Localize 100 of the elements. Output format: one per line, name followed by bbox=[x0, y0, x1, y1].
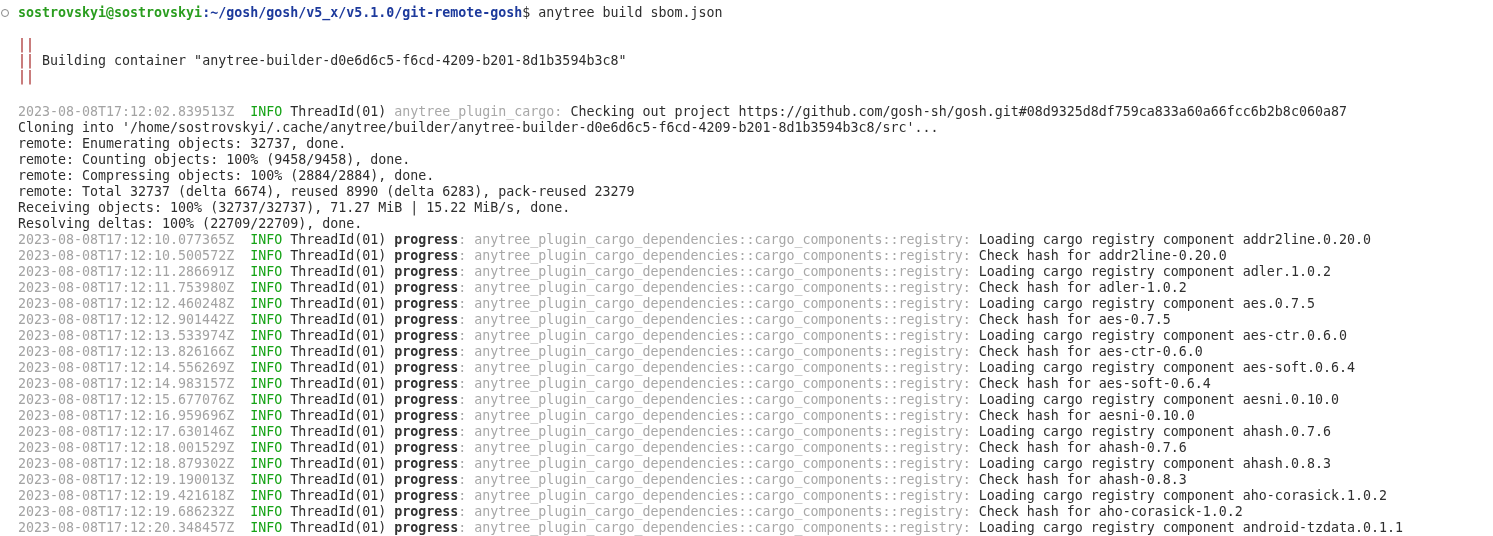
log-message: Loading cargo registry component aes-ctr.0.6.0 bbox=[978, 328, 1347, 344]
log-thread: ThreadId(01) bbox=[290, 456, 387, 472]
log-span: progress bbox=[394, 280, 459, 296]
log-timestamp: 2023-08-08T17:12:14.556269Z bbox=[18, 360, 235, 376]
log-message: Loading cargo registry component android-tzdata.0.1.1 bbox=[978, 520, 1403, 536]
log-timestamp: 2023-08-08T17:12:13.826166Z bbox=[18, 344, 235, 360]
log-level: INFO bbox=[250, 440, 283, 456]
log-thread: ThreadId(01) bbox=[290, 104, 387, 120]
log-timestamp: 2023-08-08T17:12:10.077365Z bbox=[18, 232, 235, 248]
log-level: INFO bbox=[250, 376, 283, 392]
output-line: Resolving deltas: 100% (22709/22709), done. bbox=[18, 216, 363, 231]
log-thread: ThreadId(01) bbox=[290, 280, 387, 296]
log-thread: ThreadId(01) bbox=[290, 488, 387, 504]
log-timestamp: 2023-08-08T17:12:15.677076Z bbox=[18, 392, 235, 408]
log-target: : anytree_plugin_cargo_dependencies::cargo_components::registry: bbox=[458, 424, 971, 440]
log-level: INFO bbox=[250, 360, 283, 376]
log-thread: ThreadId(01) bbox=[290, 312, 387, 328]
log-span: progress bbox=[394, 520, 459, 536]
output-line: remote: Counting objects: 100% (9458/9458), done. bbox=[18, 152, 411, 167]
log-span: progress bbox=[394, 344, 459, 360]
log-thread: ThreadId(01) bbox=[290, 296, 387, 312]
log-span: progress bbox=[394, 376, 459, 392]
log-target: : anytree_plugin_cargo_dependencies::cargo_components::registry: bbox=[458, 456, 971, 472]
output-line: remote: Total 32737 (delta 6674), reused 8990 (delta 6283), pack-reused 23279 bbox=[18, 184, 635, 199]
log-target: : anytree_plugin_cargo_dependencies::cargo_components::registry: bbox=[458, 520, 971, 536]
log-message: Check hash for ahash-0.8.3 bbox=[978, 472, 1187, 488]
banner-pipes: || bbox=[18, 53, 34, 69]
log-span: progress bbox=[394, 264, 459, 280]
log-span: progress bbox=[394, 232, 459, 248]
log-message: Check hash for addr2line-0.20.0 bbox=[978, 248, 1227, 264]
log-target: : anytree_plugin_cargo_dependencies::cargo_components::registry: bbox=[458, 264, 971, 280]
log-timestamp: 2023-08-08T17:12:02.839513Z bbox=[18, 104, 235, 120]
log-timestamp: 2023-08-08T17:12:13.533974Z bbox=[18, 328, 235, 344]
log-level: INFO bbox=[250, 472, 283, 488]
log-level: INFO bbox=[250, 280, 283, 296]
log-level: INFO bbox=[250, 232, 283, 248]
log-target: : anytree_plugin_cargo_dependencies::cargo_components::registry: bbox=[458, 504, 971, 520]
log-span: progress bbox=[394, 408, 459, 424]
log-message: Loading cargo registry component aesni.0.10.0 bbox=[978, 392, 1339, 408]
log-span: progress bbox=[394, 456, 459, 472]
log-span: progress bbox=[394, 296, 459, 312]
log-timestamp: 2023-08-08T17:12:18.001529Z bbox=[18, 440, 235, 456]
log-span: progress bbox=[394, 248, 459, 264]
log-thread: ThreadId(01) bbox=[290, 376, 387, 392]
log-target: : anytree_plugin_cargo_dependencies::cargo_components::registry: bbox=[458, 312, 971, 328]
banner-pipes: || bbox=[18, 69, 34, 85]
log-timestamp: 2023-08-08T17:12:14.983157Z bbox=[18, 376, 235, 392]
log-timestamp: 2023-08-08T17:12:19.421618Z bbox=[18, 488, 235, 504]
command-text: anytree build sbom.json bbox=[537, 5, 723, 21]
prompt-user-host: sostrovskyi@sostrovskyi bbox=[18, 5, 203, 21]
log-timestamp: 2023-08-08T17:12:10.500572Z bbox=[18, 248, 235, 264]
log-message: Check hash for adler-1.0.2 bbox=[978, 280, 1187, 296]
log-timestamp: 2023-08-08T17:12:11.286691Z bbox=[18, 264, 235, 280]
log-message: Check hash for ahash-0.7.6 bbox=[978, 440, 1187, 456]
log-level: INFO bbox=[250, 488, 283, 504]
log-message: Check hash for aes-ctr-0.6.0 bbox=[978, 344, 1203, 360]
log-level: INFO bbox=[250, 456, 283, 472]
log-target: : anytree_plugin_cargo_dependencies::cargo_components::registry: bbox=[458, 360, 971, 376]
log-level: INFO bbox=[250, 344, 283, 360]
log-thread: ThreadId(01) bbox=[290, 360, 387, 376]
log-message: Loading cargo registry component aes.0.7.5 bbox=[978, 296, 1315, 312]
prompt-path: :~/gosh/gosh/v5_x/v5.1.0/git-remote-gosh bbox=[202, 5, 523, 21]
log-level: INFO bbox=[250, 328, 283, 344]
log-message: Loading cargo registry component ahash.0.8.3 bbox=[978, 456, 1331, 472]
banner-text: Building container "anytree-builder-d0e6d6c5-f6cd-4209-b201-8d1b3594b3c8" bbox=[41, 53, 627, 69]
log-timestamp: 2023-08-08T17:12:17.630146Z bbox=[18, 424, 235, 440]
log-target: : anytree_plugin_cargo_dependencies::cargo_components::registry: bbox=[458, 376, 971, 392]
log-thread: ThreadId(01) bbox=[290, 472, 387, 488]
output-line: remote: Enumerating objects: 32737, done. bbox=[18, 136, 347, 151]
log-span: progress bbox=[394, 424, 459, 440]
log-span: progress bbox=[394, 392, 459, 408]
log-message: Check hash for aho-corasick-1.0.2 bbox=[978, 504, 1243, 520]
log-target: : anytree_plugin_cargo_dependencies::cargo_components::registry: bbox=[458, 280, 971, 296]
log-span: progress bbox=[394, 472, 459, 488]
log-thread: ThreadId(01) bbox=[290, 392, 387, 408]
log-message: Check hash for aes-soft-0.6.4 bbox=[978, 376, 1211, 392]
log-target: : anytree_plugin_cargo_dependencies::cargo_components::registry: bbox=[458, 440, 971, 456]
log-thread: ThreadId(01) bbox=[290, 520, 387, 536]
log-message: Check hash for aesni-0.10.0 bbox=[978, 408, 1195, 424]
log-target: : anytree_plugin_cargo_dependencies::cargo_components::registry: bbox=[458, 328, 971, 344]
output-line: remote: Compressing objects: 100% (2884/2884), done. bbox=[18, 168, 435, 183]
log-thread: ThreadId(01) bbox=[290, 408, 387, 424]
log-span: progress bbox=[394, 440, 459, 456]
log-timestamp: 2023-08-08T17:12:18.879302Z bbox=[18, 456, 235, 472]
log-level: INFO bbox=[250, 104, 283, 120]
log-thread: ThreadId(01) bbox=[290, 504, 387, 520]
log-target: : anytree_plugin_cargo_dependencies::cargo_components::registry: bbox=[458, 472, 971, 488]
log-target: : anytree_plugin_cargo_dependencies::cargo_components::registry: bbox=[458, 248, 971, 264]
log-level: INFO bbox=[250, 392, 283, 408]
log-target: : anytree_plugin_cargo_dependencies::cargo_components::registry: bbox=[458, 392, 971, 408]
log-target: anytree_plugin_cargo: bbox=[394, 104, 563, 120]
log-timestamp: 2023-08-08T17:12:19.686232Z bbox=[18, 504, 235, 520]
log-message: Checking out project https://github.com/gosh-sh/gosh.git#08d9325d8df759ca833a60a66fcc6b2b8c060a87 bbox=[570, 104, 1347, 120]
log-level: INFO bbox=[250, 520, 283, 536]
log-timestamp: 2023-08-08T17:12:20.348457Z bbox=[18, 520, 235, 536]
log-timestamp: 2023-08-08T17:12:12.460248Z bbox=[18, 296, 235, 312]
log-timestamp: 2023-08-08T17:12:16.959696Z bbox=[18, 408, 235, 424]
banner-pipes: || bbox=[18, 37, 34, 53]
log-thread: ThreadId(01) bbox=[290, 328, 387, 344]
log-message: Loading cargo registry component aho-corasick.1.0.2 bbox=[978, 488, 1387, 504]
